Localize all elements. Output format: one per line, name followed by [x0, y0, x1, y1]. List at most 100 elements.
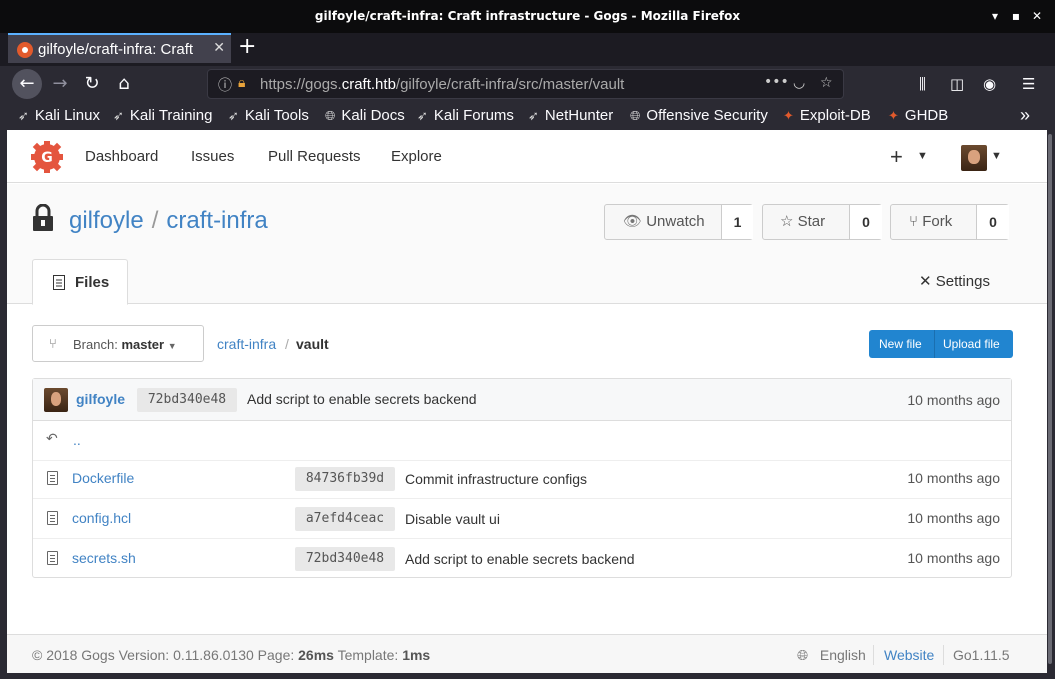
- account-icon[interactable]: ◉: [983, 75, 996, 93]
- more-bookmarks-icon[interactable]: »: [1020, 105, 1030, 126]
- url-bar[interactable]: ⓘ 🔒︎ https://gogs.craft.htb/gilfoyle/cra…: [207, 69, 844, 99]
- chevron-down-icon[interactable]: ▼: [917, 150, 928, 162]
- breadcrumb-root[interactable]: craft-infra: [217, 336, 276, 352]
- upload-file-button[interactable]: Upload file: [943, 337, 1000, 351]
- file-name-link[interactable]: config.hcl: [72, 510, 131, 526]
- library-icon[interactable]: ⫼: [919, 75, 926, 93]
- watch-count[interactable]: 1: [721, 205, 753, 239]
- sidebar-icon[interactable]: ◫: [950, 75, 964, 93]
- bookmark-item[interactable]: ➶ Kali Linux: [18, 107, 100, 124]
- commit-sha-button[interactable]: 72bd340e48: [295, 547, 395, 571]
- lock-icon: [33, 204, 53, 231]
- back-icon[interactable]: ←: [12, 69, 42, 99]
- bookmark-item[interactable]: ✦ GHDB: [888, 107, 948, 124]
- maximize-icon[interactable]: ▪: [1009, 9, 1023, 23]
- star-button[interactable]: ☆ Star: [780, 205, 825, 239]
- commit-sha-button[interactable]: a7efd4ceac: [295, 507, 395, 531]
- nav-dashboard[interactable]: Dashboard: [85, 148, 158, 165]
- bookmark-item[interactable]: ✦ Exploit-DB: [783, 107, 871, 124]
- nav-issues[interactable]: Issues: [191, 148, 234, 165]
- fork-icon: ⑂: [909, 213, 919, 230]
- kali-dragon-icon: ➶: [417, 108, 428, 123]
- repository-title: gilfoyle / craft-infra: [69, 207, 268, 235]
- user-avatar[interactable]: [961, 145, 987, 171]
- minimize-icon[interactable]: ▾: [988, 9, 1002, 23]
- language-selector[interactable]: 🌐︎ English: [797, 647, 866, 664]
- commit-author-link[interactable]: gilfoyle: [76, 391, 125, 407]
- file-name-link[interactable]: secrets.sh: [72, 550, 136, 566]
- new-file-button[interactable]: New file: [879, 337, 922, 351]
- page-actions-icon[interactable]: •••: [764, 74, 789, 90]
- star-icon: ☆: [780, 213, 794, 230]
- file-text-icon: [53, 275, 65, 290]
- tab-files[interactable]: Files: [32, 259, 128, 305]
- file-time: 10 months ago: [907, 470, 1000, 486]
- bookmark-item[interactable]: ➶ NetHunter: [528, 107, 613, 124]
- menu-icon[interactable]: ☰: [1022, 75, 1035, 93]
- commit-message-link[interactable]: Disable vault ui: [405, 511, 500, 527]
- insecure-lock-icon[interactable]: 🔒︎: [238, 75, 245, 91]
- nav-pull-requests[interactable]: Pull Requests: [268, 148, 361, 165]
- commit-message-link[interactable]: Commit infrastructure configs: [405, 471, 587, 487]
- bookmark-item[interactable]: ➶ Kali Training: [113, 107, 212, 124]
- eye-icon: 👁︎: [623, 213, 643, 230]
- fork-count[interactable]: 0: [976, 205, 1009, 239]
- commit-sha-button[interactable]: 72bd340e48: [137, 388, 237, 412]
- commit-sha-button[interactable]: 84736fb39d: [295, 467, 395, 491]
- file-name-link[interactable]: Dockerfile: [72, 470, 134, 486]
- button-divider: [934, 330, 935, 358]
- star-count[interactable]: 0: [849, 205, 882, 239]
- top-navigation: G Dashboard Issues Pull Requests Explore…: [7, 130, 1047, 183]
- home-icon[interactable]: ⌂: [109, 69, 139, 99]
- kali-dragon-icon: ➶: [18, 108, 29, 123]
- unwatch-button[interactable]: 👁︎ Unwatch: [623, 205, 705, 239]
- bookmark-item[interactable]: ➶ Kali Forums: [417, 107, 514, 124]
- kali-dragon-icon: ➶: [228, 108, 239, 123]
- repo-owner-link[interactable]: gilfoyle: [69, 207, 144, 234]
- nav-explore[interactable]: Explore: [391, 148, 442, 165]
- tab-settings[interactable]: ✕ Settings: [919, 272, 990, 290]
- close-tab-icon[interactable]: ✕: [213, 40, 225, 56]
- commit-time: 10 months ago: [907, 392, 1000, 408]
- commit-message: Add script to enable secrets backend: [247, 391, 477, 407]
- tools-icon: ✕: [919, 273, 932, 290]
- info-icon[interactable]: ⓘ: [218, 75, 232, 95]
- breadcrumb-current: vault: [296, 336, 329, 352]
- create-new-icon[interactable]: +: [890, 144, 903, 170]
- scrollbar-thumb[interactable]: [1048, 134, 1052, 664]
- parent-dir-link[interactable]: ..: [73, 432, 81, 448]
- table-row: config.hcl a7efd4ceac Disable vault ui 1…: [33, 499, 1011, 539]
- bookmark-item[interactable]: ➶ Kali Tools: [228, 107, 309, 124]
- pocket-icon[interactable]: ◡: [793, 75, 805, 91]
- gogs-logo-icon[interactable]: G: [31, 141, 63, 173]
- bookmark-star-icon[interactable]: ☆: [820, 75, 833, 91]
- branch-dropdown[interactable]: ⑂ Branch: master ▼: [32, 325, 204, 362]
- website-link[interactable]: Website: [884, 647, 934, 663]
- footer-divider: [943, 645, 944, 665]
- bookmark-item[interactable]: 🌐︎ Offensive Security: [630, 107, 768, 124]
- branch-icon: ⑂: [49, 336, 57, 351]
- new-tab-icon[interactable]: +: [238, 36, 256, 58]
- star-button-group: ☆ Star 0: [762, 204, 882, 240]
- chevron-down-icon[interactable]: ▼: [991, 150, 1002, 162]
- author-avatar[interactable]: [44, 388, 68, 412]
- file-icon: [47, 551, 58, 565]
- reload-icon[interactable]: ↻: [77, 69, 107, 99]
- commit-message-link[interactable]: Add script to enable secrets backend: [405, 551, 635, 567]
- bookmark-item[interactable]: 🌐︎ Kali Docs: [325, 107, 405, 124]
- globe-icon: 🌐︎: [630, 108, 641, 123]
- forward-icon[interactable]: →: [45, 69, 75, 99]
- repo-name-link[interactable]: craft-infra: [166, 207, 267, 234]
- fork-button-group: ⑂ Fork 0: [890, 204, 1009, 240]
- ghdb-icon: ✦: [888, 108, 899, 123]
- branch-value: master: [121, 337, 165, 352]
- url-text[interactable]: https://gogs.craft.htb/gilfoyle/craft-in…: [260, 76, 624, 93]
- parent-dir-row[interactable]: ↶ ..: [33, 421, 1011, 461]
- fork-button[interactable]: ⑂ Fork: [909, 205, 952, 239]
- browser-tab[interactable]: gilfoyle/craft-infra: Craft infrastructu…: [8, 33, 231, 63]
- caret-down-icon: ▼: [167, 341, 177, 351]
- web-page: G Dashboard Issues Pull Requests Explore…: [7, 130, 1047, 673]
- close-window-icon[interactable]: ✕: [1030, 9, 1044, 23]
- file-action-buttons: New file Upload file: [869, 330, 1013, 358]
- repo-title-separator: /: [151, 207, 159, 234]
